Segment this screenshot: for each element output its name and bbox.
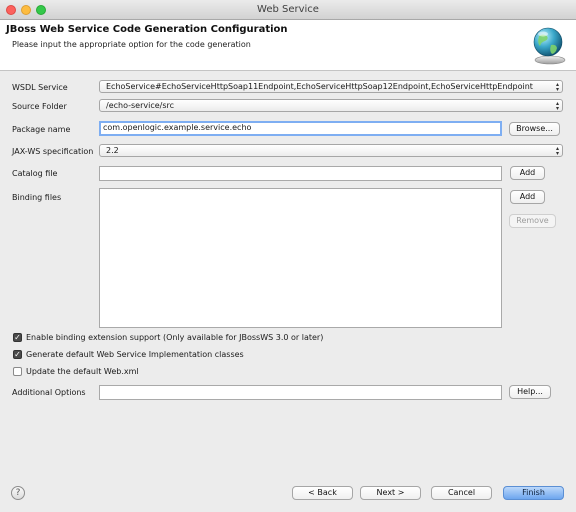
source-folder-select[interactable]: /echo-service/src ▴ ▾ <box>99 99 563 112</box>
source-folder-label: Source Folder <box>12 102 67 111</box>
back-button[interactable]: < Back <box>292 486 353 500</box>
page-subtitle: Please input the appropriate option for … <box>12 40 251 49</box>
jaxws-spec-select[interactable]: 2.2 ▴ ▾ <box>99 144 563 157</box>
next-button[interactable]: Next > <box>360 486 421 500</box>
select-arrows-icon: ▴ ▾ <box>555 81 559 93</box>
binding-remove-button[interactable]: Remove <box>509 214 556 228</box>
binding-add-button[interactable]: Add <box>510 190 545 204</box>
jaxws-spec-label: JAX-WS specification <box>12 147 94 156</box>
enable-binding-extension-checkbox[interactable]: ✓ <box>13 333 22 342</box>
package-name-label: Package name <box>12 125 71 134</box>
browse-button[interactable]: Browse... <box>509 122 560 136</box>
wsdl-service-label: WSDL Service <box>12 83 68 92</box>
question-icon[interactable]: ? <box>11 486 25 500</box>
window-title: Web Service <box>257 4 319 15</box>
page-title: JBoss Web Service Code Generation Config… <box>6 24 288 35</box>
globe-icon <box>533 27 566 65</box>
binding-files-label: Binding files <box>12 193 62 202</box>
select-arrows-icon: ▴ ▾ <box>555 100 559 112</box>
wsdl-service-select[interactable]: EchoService#EchoServiceHttpSoap11Endpoin… <box>99 80 563 93</box>
cancel-button[interactable]: Cancel <box>431 486 492 500</box>
help-options-button[interactable]: Help... <box>509 385 551 399</box>
catalog-file-label: Catalog file <box>12 169 58 178</box>
source-folder-value: /echo-service/src <box>106 101 175 110</box>
package-name-input[interactable]: com.openlogic.example.service.echo <box>99 121 502 136</box>
enable-binding-extension-label: Enable binding extension support (Only a… <box>26 333 324 342</box>
wsdl-service-value: EchoService#EchoServiceHttpSoap11Endpoin… <box>106 82 533 91</box>
catalog-file-input[interactable] <box>99 166 502 181</box>
generate-impl-classes-checkbox[interactable]: ✓ <box>13 350 22 359</box>
binding-files-list[interactable] <box>99 188 502 328</box>
generate-impl-classes-label: Generate default Web Service Implementat… <box>26 350 244 359</box>
update-web-xml-label: Update the default Web.xml <box>26 367 139 376</box>
additional-options-input[interactable] <box>99 385 502 400</box>
finish-button[interactable]: Finish <box>503 486 564 500</box>
wizard-header: JBoss Web Service Code Generation Config… <box>0 20 576 71</box>
additional-options-label: Additional Options <box>12 388 86 397</box>
update-web-xml-checkbox[interactable] <box>13 367 22 376</box>
window-titlebar: Web Service <box>0 0 576 20</box>
jaxws-spec-value: 2.2 <box>106 146 119 155</box>
select-arrows-icon: ▴ ▾ <box>555 145 559 157</box>
catalog-add-button[interactable]: Add <box>510 166 545 180</box>
